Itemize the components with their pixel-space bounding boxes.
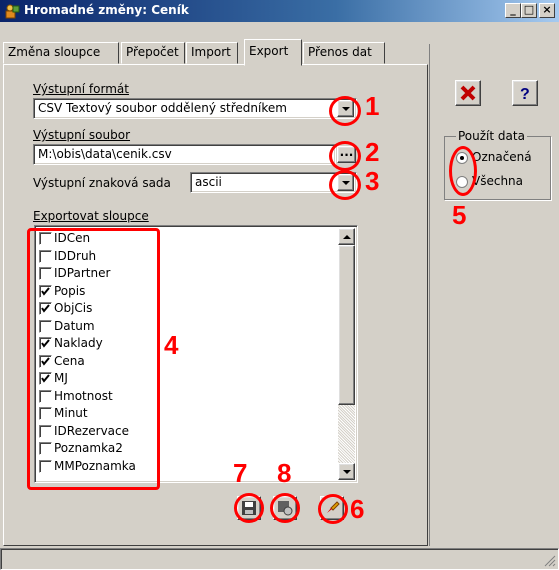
annotation-6: 6 [350,494,365,524]
window-title: Hromadné změny: Ceník [24,3,189,17]
annotation-ring-3 [329,170,361,200]
annotation-3: 3 [365,166,380,196]
format-label: Výstupní formát [33,82,129,96]
minimize-button[interactable]: _ [505,3,521,18]
annotation-ring-8 [270,493,300,523]
format-select[interactable]: CSV Textový soubor oddělený středníkem [33,98,357,119]
file-value: M:\obis\data\cenik.csv [38,147,172,161]
tab-export[interactable]: Export [244,39,302,66]
charset-value: ascii [195,175,222,189]
maximize-button[interactable]: □ [521,3,537,18]
annotation-5: 5 [452,200,467,230]
scroll-thumb[interactable] [338,245,355,405]
svg-text:?: ? [520,86,530,102]
format-value: CSV Textový soubor oddělený středníkem [38,101,287,115]
annotation-1: 1 [365,91,380,121]
annotation-2: 2 [365,137,380,167]
window: Hromadné změny: Ceník _ □ × Změna sloupc… [0,0,559,570]
columns-label: Exportovat sloupce [33,209,149,223]
scroll-up-button[interactable] [338,228,355,245]
status-bar [0,548,559,570]
tab-zmena-sloupce[interactable]: Změna sloupce [3,42,119,64]
annotation-ring-5 [449,146,477,196]
use-data-label: Použít data [456,129,527,143]
resize-grip-icon[interactable] [544,555,556,567]
radio-all-label: Všechna [472,174,524,188]
file-input[interactable]: M:\obis\data\cenik.csv [33,144,336,165]
close-button[interactable]: × [539,3,555,18]
app-icon [5,4,20,19]
cancel-button[interactable] [455,80,481,106]
charset-label: Výstupní znaková sada [33,176,171,190]
vertical-scrollbar[interactable] [338,228,355,480]
annotation-ring-6 [318,494,348,524]
tab-import[interactable]: Import [186,42,238,64]
annotation-8: 8 [277,458,292,488]
annotation-ring-7 [234,493,264,523]
tab-prepocet[interactable]: Přepočet [121,42,185,64]
help-button[interactable]: ? [512,80,538,106]
question-icon: ? [520,86,530,102]
title-bar[interactable]: Hromadné změny: Ceník _ □ × [0,0,559,22]
annotation-ring-1 [329,96,361,126]
annotation-ring-2 [329,141,361,171]
scroll-down-button[interactable] [338,463,355,480]
annotation-box-4 [27,228,160,490]
tab-prenos-dat[interactable]: Přenos dat [303,42,385,64]
red-x-icon [460,85,476,101]
file-label: Výstupní soubor [33,128,131,142]
annotation-4: 4 [164,330,179,360]
separator [429,44,430,546]
chevron-down-icon [343,470,351,474]
annotation-7: 7 [233,458,248,488]
chevron-up-icon [343,235,351,239]
radio-marked-label: Označená [472,150,532,164]
